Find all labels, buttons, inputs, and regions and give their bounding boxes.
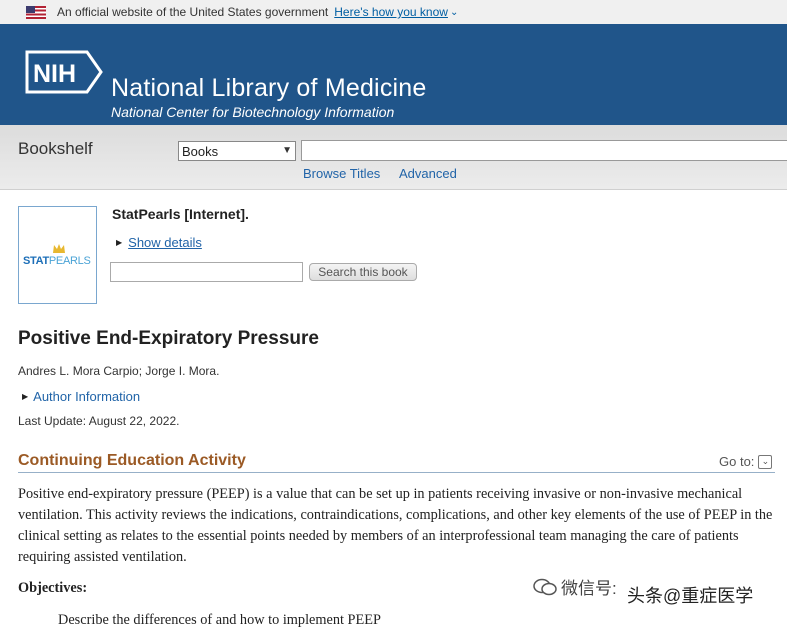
book-search-input[interactable] <box>110 262 303 282</box>
wechat-watermark-text: 微信号: <box>561 579 617 598</box>
gov-banner-text: An official website of the United States… <box>57 5 329 19</box>
search-book-button[interactable]: Search this book <box>309 263 417 281</box>
wechat-watermark: 微信号: <box>533 574 617 599</box>
book-cover[interactable]: STATPEARLS <box>18 206 97 304</box>
wechat-icon <box>533 578 557 595</box>
statpearls-logo: STATPEARLS <box>23 255 91 267</box>
database-select[interactable]: Books ▼ <box>178 141 296 161</box>
bookshelf-label[interactable]: Bookshelf <box>18 139 93 159</box>
chevron-down-icon[interactable]: ⌄ <box>758 454 773 469</box>
triangle-right-icon: ▶ <box>116 238 123 247</box>
database-select-value: Books <box>182 143 219 159</box>
chevron-down-icon: ▼ <box>282 145 292 156</box>
objectives-heading: Objectives: <box>18 580 88 596</box>
author-information-toggle[interactable]: ▶ Author Information <box>22 389 140 404</box>
search-input[interactable] <box>301 140 787 161</box>
heres-how-you-know-link[interactable]: Here's how you know <box>334 5 448 19</box>
authors: Andres L. Mora Carpio; Jorge I. Mora. <box>18 364 220 378</box>
browse-titles-link[interactable]: Browse Titles <box>303 166 380 181</box>
nih-logo-icon[interactable]: NIH <box>25 50 103 94</box>
section-divider <box>18 472 775 473</box>
chevron-down-icon[interactable]: ⌄ <box>450 7 458 18</box>
header-subtitle: National Center for Biotechnology Inform… <box>111 104 395 120</box>
nih-logo-text: NIH <box>33 60 76 88</box>
show-details-link[interactable]: Show details <box>128 235 202 250</box>
section-heading: Continuing Education Activity <box>18 452 246 469</box>
show-details-toggle[interactable]: ▶ Show details <box>116 235 202 250</box>
page-title: Positive End-Expiratory Pressure <box>18 328 319 349</box>
toutiao-watermark: 头条@重症医学 <box>627 586 754 606</box>
site-header: NIH National Library of Medicine Nationa… <box>0 24 787 125</box>
search-bar: Bookshelf Books ▼ Browse Titles Advanced <box>0 125 787 190</box>
crown-icon <box>53 244 65 253</box>
goto-menu[interactable]: Go to: ⌄ <box>719 454 773 469</box>
header-title[interactable]: National Library of Medicine <box>111 74 426 103</box>
author-information-link[interactable]: Author Information <box>33 389 140 404</box>
section-paragraph: Positive end-expiratory pressure (PEEP) … <box>18 486 773 565</box>
advanced-link[interactable]: Advanced <box>399 166 457 181</box>
last-update: Last Update: August 22, 2022. <box>18 414 180 428</box>
us-flag-icon <box>26 5 46 19</box>
book-title[interactable]: StatPearls [Internet]. <box>112 206 249 222</box>
goto-label[interactable]: Go to: <box>719 454 754 469</box>
gov-banner: An official website of the United States… <box>0 0 787 24</box>
triangle-right-icon: ▶ <box>22 392 29 401</box>
